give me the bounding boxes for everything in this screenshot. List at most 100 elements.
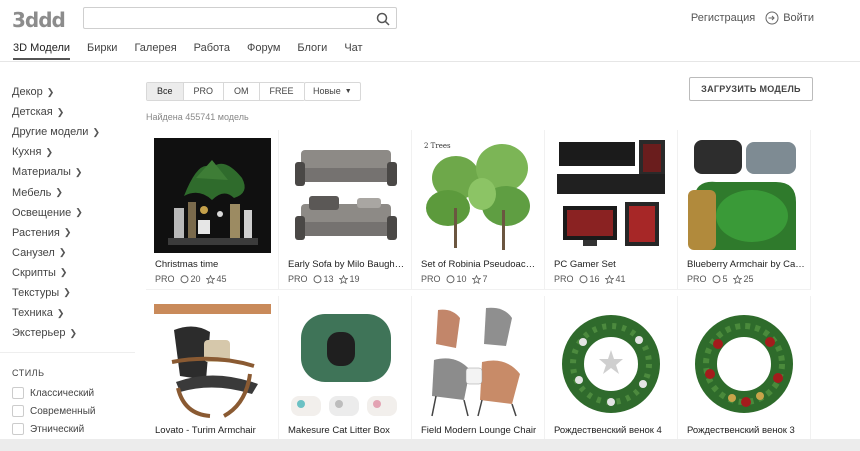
sidebar-item-textures[interactable]: Текстуры ❯: [12, 283, 137, 303]
sidebar-item-tech[interactable]: Техника ❯: [12, 303, 137, 323]
nav-item-jobs[interactable]: Работа: [194, 42, 230, 60]
comment-icon: [579, 274, 588, 283]
chevron-right-icon: ❯: [92, 126, 100, 137]
main-nav: 3D Модели Бирки Галерея Работа Форум Бло…: [13, 42, 363, 60]
nav-item-tags[interactable]: Бирки: [87, 42, 117, 60]
model-thumbnail[interactable]: [553, 304, 670, 419]
model-card[interactable]: Рождественский венок 4: [545, 296, 678, 451]
style-filter-list: Классический Современный Этнический: [12, 384, 95, 438]
nav-item-gallery[interactable]: Галерея: [134, 42, 176, 60]
nav-item-3d-models[interactable]: 3D Модели: [13, 42, 71, 60]
register-link[interactable]: Регистрация: [691, 12, 755, 24]
christmas-tree-scene-icon: [154, 138, 271, 253]
model-card[interactable]: Lovato - Turim Armchair: [146, 296, 279, 451]
comments-count: 20: [190, 274, 201, 284]
style-option-modern[interactable]: Современный: [12, 402, 95, 420]
nav-item-forum[interactable]: Форум: [247, 42, 280, 60]
checkbox[interactable]: [12, 405, 24, 417]
checkbox[interactable]: [12, 387, 24, 399]
model-title[interactable]: Makesure Cat Litter Box: [288, 425, 406, 436]
sidebar-item-lighting[interactable]: Освещение ❯: [12, 203, 137, 223]
model-title[interactable]: Lovato - Turim Armchair: [155, 425, 273, 436]
nav-item-blogs[interactable]: Блоги: [297, 42, 327, 60]
comments-count: 10: [456, 274, 467, 284]
model-card[interactable]: Field Modern Lounge Chair: [412, 296, 545, 451]
chevron-right-icon: ❯: [63, 287, 71, 298]
model-card[interactable]: Makesure Cat Litter Box: [279, 296, 412, 451]
sort-dropdown[interactable]: Новые ▼: [304, 82, 361, 101]
checkbox[interactable]: [12, 423, 24, 435]
model-title[interactable]: Рождественский венок 4: [554, 425, 672, 436]
model-card[interactable]: 2 Trees Set of Robinia Pseudoacacia PRO …: [412, 130, 545, 290]
sidebar-item-plants[interactable]: Растения ❯: [12, 223, 137, 243]
star-icon: [471, 274, 481, 284]
sidebar-item-label: Мебель: [12, 186, 52, 199]
login-icon: [765, 11, 779, 25]
comments-stat: 10: [446, 274, 467, 284]
filter-tab-all[interactable]: Все: [147, 83, 184, 100]
favorites-stat: 41: [604, 274, 626, 284]
chevron-right-icon: ❯: [75, 207, 83, 218]
model-title[interactable]: Set of Robinia Pseudoacacia: [421, 259, 539, 270]
star-icon: [338, 274, 348, 284]
star-icon: [732, 274, 742, 284]
model-thumbnail[interactable]: [686, 304, 803, 419]
model-thumbnail[interactable]: [287, 138, 404, 253]
model-thumbnail[interactable]: 2 Trees: [420, 138, 537, 253]
model-card[interactable]: Christmas time PRO 20 45: [146, 130, 279, 290]
armchair-icon: [686, 138, 803, 253]
sidebar-item-label: Декор: [12, 86, 43, 99]
chevron-right-icon: ❯: [56, 106, 65, 117]
upload-model-button[interactable]: ЗАГРУЗИТЬ МОДЕЛЬ: [689, 77, 813, 101]
model-meta: PRO 20 45: [155, 274, 227, 284]
sidebar-item-label: Детская: [12, 106, 53, 119]
model-title[interactable]: Early Sofa by Milo Baughman: [288, 259, 406, 270]
favorites-count: 25: [743, 274, 754, 284]
license-badge: PRO: [687, 274, 707, 284]
search-box[interactable]: [83, 7, 397, 29]
search-icon[interactable]: [376, 12, 390, 26]
model-thumbnail[interactable]: [553, 138, 670, 253]
model-thumbnail[interactable]: [686, 138, 803, 253]
sidebar-item-kitchen[interactable]: Кухня ❯: [12, 142, 137, 162]
sidebar-item-decor[interactable]: Декор ❯: [12, 82, 137, 102]
model-card[interactable]: Blueberry Armchair by Cappellini PRO 5 2…: [678, 130, 811, 290]
model-title[interactable]: Рождественский венок 3: [687, 425, 805, 436]
sidebar-item-other[interactable]: Другие модели ❯: [12, 122, 137, 142]
model-thumbnail[interactable]: [154, 138, 271, 253]
model-title[interactable]: PC Gamer Set: [554, 259, 672, 270]
sidebar-item-materials[interactable]: Материалы ❯: [12, 162, 137, 182]
filter-tab-om[interactable]: OM: [224, 83, 260, 100]
nav-item-chat[interactable]: Чат: [344, 42, 362, 60]
model-thumbnail[interactable]: [154, 304, 271, 419]
license-badge: PRO: [288, 274, 308, 284]
site-logo[interactable]: 3ddd: [12, 8, 66, 32]
comments-stat: 13: [313, 274, 334, 284]
sidebar-item-bathroom[interactable]: Санузел ❯: [12, 243, 137, 263]
model-title[interactable]: Christmas time: [155, 259, 273, 270]
filter-tab-free[interactable]: FREE: [259, 83, 304, 100]
sidebar-item-scripts[interactable]: Скрипты ❯: [12, 263, 137, 283]
model-title[interactable]: Field Modern Lounge Chair: [421, 425, 539, 436]
chevron-right-icon: ❯: [45, 146, 53, 157]
style-option-classic[interactable]: Классический: [12, 384, 95, 402]
model-thumbnail[interactable]: [287, 304, 404, 419]
search-input[interactable]: [84, 8, 364, 28]
model-card[interactable]: PC Gamer Set PRO 16 41: [545, 130, 678, 290]
login-link[interactable]: Войти: [765, 11, 814, 25]
model-card[interactable]: Рождественский венок 3: [678, 296, 811, 451]
sidebar-item-label: Текстуры: [12, 286, 60, 299]
favorites-stat: 7: [471, 274, 488, 284]
trees-icon: 2 Trees: [420, 138, 537, 253]
sidebar-item-furniture[interactable]: Мебель ❯: [12, 182, 137, 202]
license-badge: PRO: [554, 274, 574, 284]
style-option-ethnic[interactable]: Этнический: [12, 420, 95, 438]
sidebar-item-exterior[interactable]: Экстерьер ❯: [12, 323, 137, 343]
license-badge: PRO: [155, 274, 175, 284]
sidebar-item-kids[interactable]: Детская ❯: [12, 102, 137, 122]
model-title[interactable]: Blueberry Armchair by Cappellini: [687, 259, 805, 270]
model-thumbnail[interactable]: [420, 304, 537, 419]
filter-tab-pro[interactable]: PRO: [183, 83, 225, 100]
model-card[interactable]: Early Sofa by Milo Baughman PRO 13 19: [279, 130, 412, 290]
sort-label: Новые: [313, 86, 341, 96]
